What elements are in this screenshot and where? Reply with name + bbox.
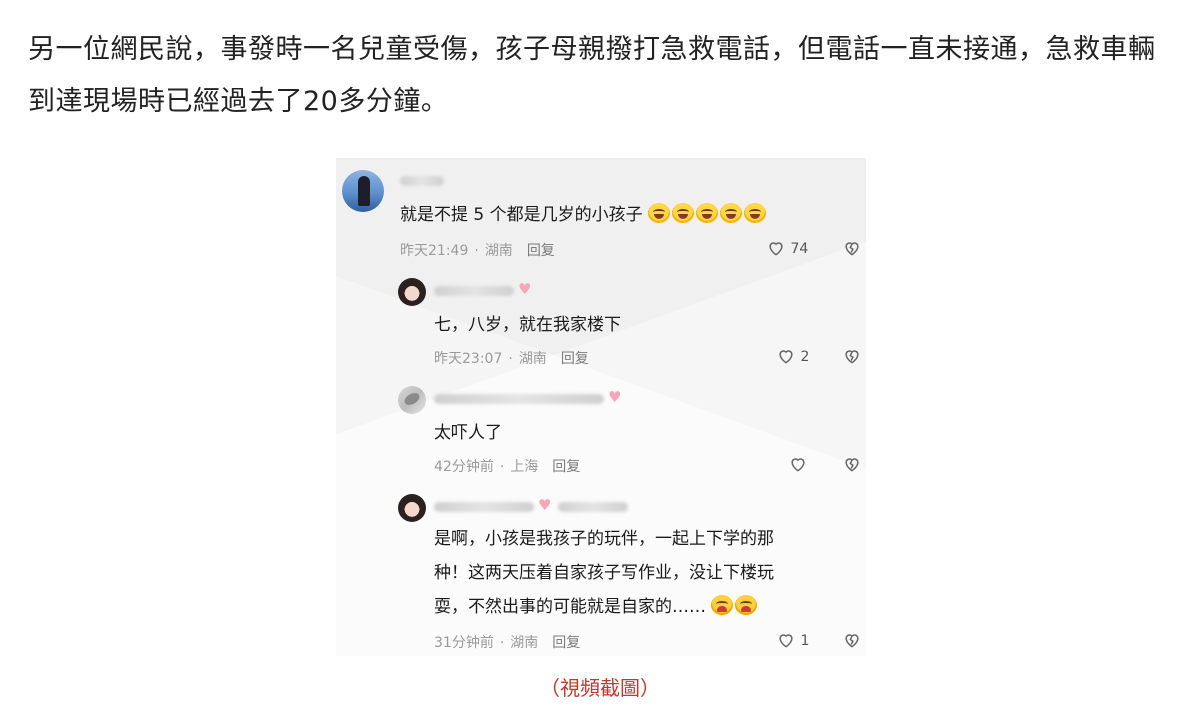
heart-icon	[779, 350, 793, 364]
comment-location: 湖南	[484, 243, 513, 259]
comment-location: 上海	[510, 459, 539, 475]
comment-text: 七，八岁，就在我家楼下	[434, 315, 621, 335]
comment-text: 就是不提 5 个都是几岁的小孩子	[400, 198, 768, 232]
article-paragraph: 另一位網民說，事發時一名兒童受傷，孩子母親撥打急救電話，但電話一直未接通，急救車…	[28, 34, 1156, 117]
avatar[interactable]	[398, 494, 426, 522]
like-button[interactable]: 74	[766, 238, 808, 258]
heart-icon: ♥	[608, 388, 622, 406]
dislike-icon[interactable]	[842, 630, 862, 650]
reply-button[interactable]: 回复	[527, 243, 555, 259]
username-blurred	[434, 502, 534, 512]
comment-text-line: 耍，不然出事的可能就是自家的……	[434, 597, 706, 617]
comment-text-line: 就是不提 5 个都是几岁的小孩子	[400, 205, 643, 225]
avatar[interactable]	[398, 278, 426, 306]
like-button[interactable]: 2	[776, 346, 809, 366]
comment-time: 昨天21:49	[400, 243, 469, 259]
avatar[interactable]	[398, 386, 426, 414]
like-button[interactable]	[788, 454, 808, 474]
comment-text: 耍，不然出事的可能就是自家的……	[434, 590, 759, 624]
image-caption: （視頻截圖）	[540, 676, 660, 700]
dislike-icon[interactable]	[842, 454, 862, 474]
laughing-crying-emoji	[648, 203, 768, 225]
comment-text: 太吓人了	[434, 423, 502, 443]
dislike-icon[interactable]	[842, 346, 862, 366]
like-count: 1	[800, 633, 810, 649]
username-blurred	[434, 394, 604, 404]
comment-4: ♥ 是啊，小孩是我孩子的玩伴，一起上下学的那 种！这两天压着自家孩子写作业，没让…	[336, 486, 866, 656]
heart-icon: ♥	[518, 280, 532, 298]
heart-icon	[791, 458, 805, 472]
reply-button[interactable]: 回复	[552, 635, 580, 651]
comment-1: 就是不提 5 个都是几岁的小孩子 昨天21:49 · 湖南 回复 74	[336, 158, 866, 268]
like-button[interactable]: 1	[776, 630, 809, 650]
heart-icon: ♥	[538, 496, 552, 514]
comment-text-line: 种！这两天压着自家孩子写作业，没让下楼玩	[434, 563, 774, 583]
avatar[interactable]	[342, 170, 384, 212]
comment-meta: 31分钟前 · 湖南 回复	[434, 635, 581, 651]
dislike-icon[interactable]	[842, 238, 862, 258]
video-screenshot: 就是不提 5 个都是几岁的小孩子 昨天21:49 · 湖南 回复 74 ♥ 七，八岁，…	[336, 158, 866, 656]
reply-button[interactable]: 回复	[561, 351, 589, 367]
comment-meta: 昨天21:49 · 湖南 回复	[400, 243, 555, 259]
username-blurred	[558, 502, 628, 512]
comment-time: 昨天23:07	[434, 351, 503, 367]
comment-text-line: 是啊，小孩是我孩子的玩伴，一起上下学的那	[434, 529, 774, 549]
heart-icon	[779, 634, 793, 648]
crying-emoji	[711, 595, 759, 617]
reply-button[interactable]: 回复	[552, 459, 580, 475]
username-blurred	[400, 176, 444, 186]
comment-meta: 昨天23:07 · 湖南 回复	[434, 351, 589, 367]
like-count: 74	[790, 241, 809, 257]
heart-icon	[769, 242, 783, 256]
comment-location: 湖南	[510, 635, 539, 651]
like-count: 2	[800, 349, 810, 365]
comment-time: 42分钟前	[434, 459, 494, 475]
comment-2: ♥ 七，八岁，就在我家楼下 昨天23:07 · 湖南 回复 2	[336, 268, 866, 376]
comment-location: 湖南	[518, 351, 547, 367]
comment-meta: 42分钟前 · 上海 回复	[434, 459, 581, 475]
comment-time: 31分钟前	[434, 635, 494, 651]
username-blurred	[434, 286, 514, 296]
comment-3: ♥ 太吓人了 42分钟前 · 上海 回复	[336, 376, 866, 486]
